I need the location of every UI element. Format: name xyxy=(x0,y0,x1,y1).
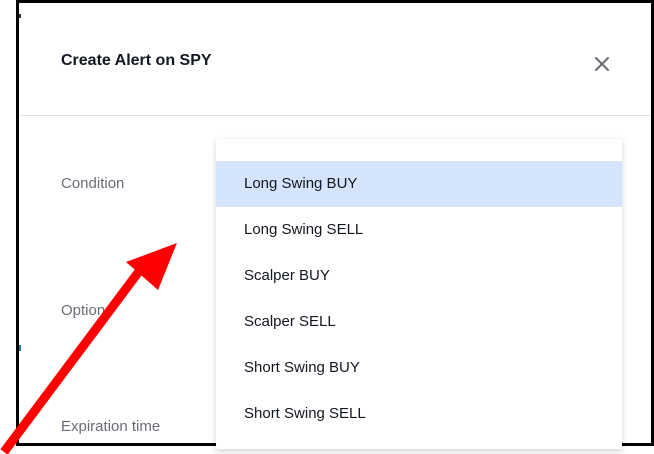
condition-label: Condition xyxy=(61,175,125,192)
dropdown-item-long-swing-sell[interactable]: Long Swing SELL xyxy=(216,207,622,253)
edge-artifact xyxy=(19,345,21,351)
dropdown-item-scalper-sell[interactable]: Scalper SELL xyxy=(216,299,622,345)
expiration-time-label: Expiration time xyxy=(61,418,161,435)
condition-options-list: Long Swing BUY Long Swing SELL Scalper B… xyxy=(216,161,622,437)
condition-dropdown-menu: Long Swing BUY Long Swing SELL Scalper B… xyxy=(216,139,622,449)
edge-artifact xyxy=(19,14,21,18)
close-button[interactable] xyxy=(591,53,613,75)
close-icon xyxy=(595,57,609,71)
screenshot-frame: Create Alert on SPY Condition Options Ex… xyxy=(0,0,654,454)
dropdown-item-long-swing-buy[interactable]: Long Swing BUY xyxy=(216,161,622,207)
options-label: Options xyxy=(61,302,113,319)
dropdown-item-scalper-buy[interactable]: Scalper BUY xyxy=(216,253,622,299)
dropdown-item-short-swing-sell[interactable]: Short Swing SELL xyxy=(216,391,622,437)
dialog-header: Create Alert on SPY xyxy=(19,3,651,116)
dialog-title: Create Alert on SPY xyxy=(61,52,212,69)
create-alert-dialog: Create Alert on SPY Condition Options Ex… xyxy=(19,3,651,449)
dropdown-item-short-swing-buy[interactable]: Short Swing BUY xyxy=(216,345,622,391)
